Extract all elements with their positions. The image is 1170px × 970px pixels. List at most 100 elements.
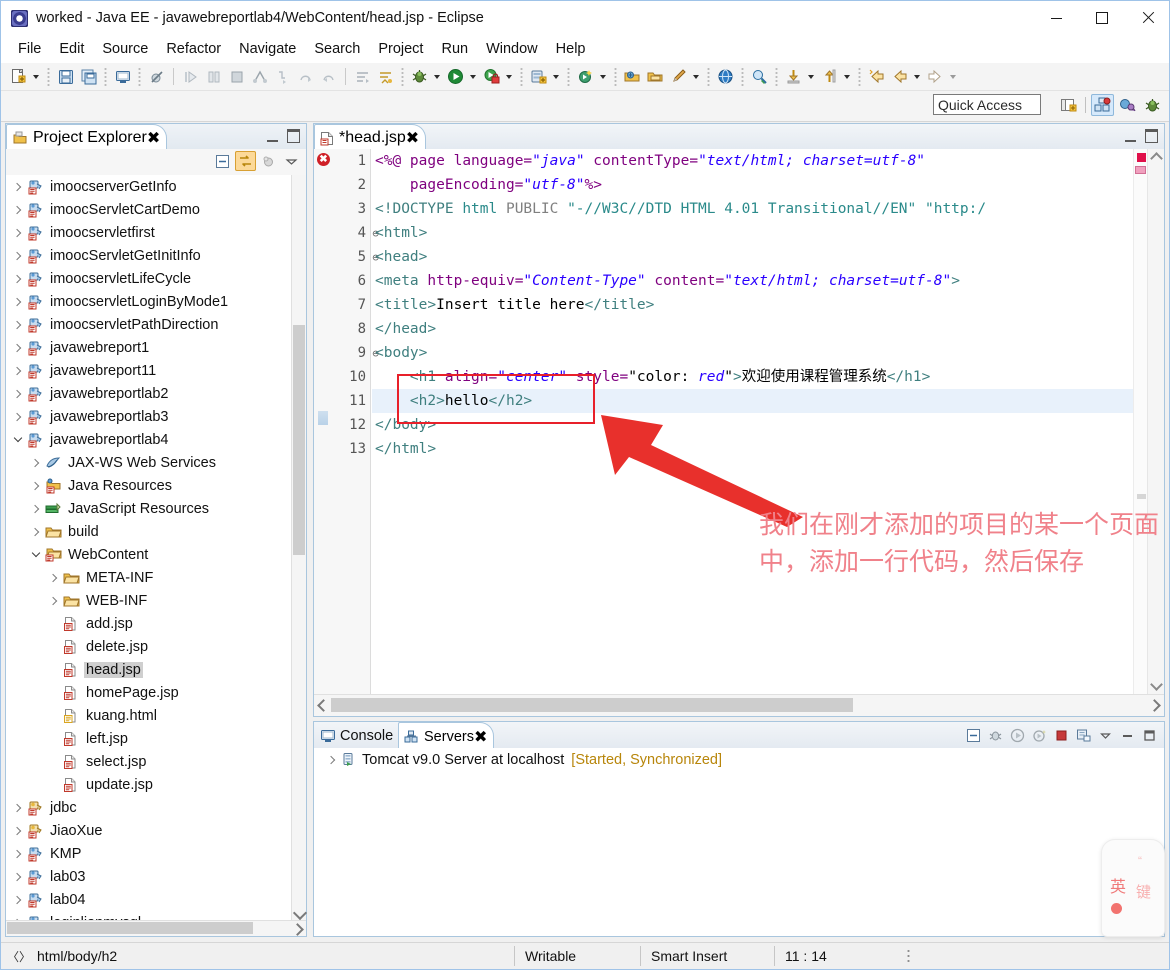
minimize-icon[interactable] xyxy=(267,131,278,142)
download-dropdown-arrow[interactable] xyxy=(805,66,816,87)
tab-servers[interactable]: Servers ✖ xyxy=(398,722,495,751)
tree-item-kuang-html[interactable]: kuang.html xyxy=(6,704,292,727)
new-java-class-icon[interactable] xyxy=(668,66,689,87)
coverage-dropdown-arrow[interactable] xyxy=(597,66,608,87)
chevron-down-icon[interactable] xyxy=(292,905,308,921)
menu-project[interactable]: Project xyxy=(369,38,432,60)
new-java-dropdown-arrow[interactable] xyxy=(690,66,701,87)
code-line[interactable]: <h2>hello</h2> xyxy=(372,389,1148,413)
code-line[interactable]: <%@ page language="java" contentType="te… xyxy=(372,149,1148,173)
chevron-right-icon[interactable] xyxy=(10,202,26,218)
chevron-up-icon[interactable] xyxy=(1150,152,1163,165)
collapse-all-icon[interactable] xyxy=(212,151,233,171)
search-icon[interactable] xyxy=(749,66,770,87)
code-line[interactable]: <html> xyxy=(372,221,1148,245)
upload-dropdown-arrow[interactable] xyxy=(841,66,852,87)
minimize-icon[interactable] xyxy=(1117,725,1138,745)
chevron-right-icon[interactable] xyxy=(10,248,26,264)
chevron-right-icon[interactable] xyxy=(10,294,26,310)
save-icon[interactable] xyxy=(55,66,76,87)
maximize-icon[interactable] xyxy=(1139,725,1160,745)
tree-item-javawebreportlab3[interactable]: javawebreportlab3 xyxy=(6,405,292,428)
chevron-right-icon[interactable] xyxy=(10,892,26,908)
toolbar-handle-3[interactable] xyxy=(137,67,142,86)
tab-project-explorer[interactable]: Project Explorer ✖ xyxy=(6,124,168,152)
external-tools-dropdown-arrow[interactable] xyxy=(503,66,514,87)
chevron-right-icon[interactable] xyxy=(10,409,26,425)
tree-item-javascript-resources[interactable]: JavaScript Resources xyxy=(6,497,292,520)
chevron-right-icon[interactable] xyxy=(10,225,26,241)
tree-item-imoocservletfirst[interactable]: imoocservletfirst xyxy=(6,221,292,244)
web-browser-icon[interactable] xyxy=(715,66,736,87)
tree-item-imoocservletloginbymode1[interactable]: imoocservletLoginByMode1 xyxy=(6,290,292,313)
new-wizard-icon[interactable] xyxy=(8,66,29,87)
open-type-icon[interactable] xyxy=(622,66,643,87)
previous-edit-dropdown-arrow[interactable] xyxy=(911,66,922,87)
maximize-button[interactable] xyxy=(1079,1,1125,35)
chevron-right-icon[interactable] xyxy=(28,501,44,517)
debug-server-icon[interactable] xyxy=(985,725,1006,745)
chevron-right-icon[interactable] xyxy=(10,271,26,287)
ime-dot-icon[interactable] xyxy=(1111,903,1122,914)
code-line[interactable]: </html> xyxy=(372,437,1148,461)
server-row[interactable]: Tomcat v9.0 Server at localhost [Started,… xyxy=(314,748,1164,772)
maximize-icon[interactable] xyxy=(287,129,300,143)
toolbar-handle-7[interactable] xyxy=(613,67,618,86)
ime-secondary-label[interactable]: 键 xyxy=(1136,881,1151,902)
chevron-right-icon[interactable] xyxy=(10,317,26,333)
explorer-hscroll-thumb[interactable] xyxy=(7,922,253,934)
tree-item-jdbc[interactable]: jdbc xyxy=(6,796,292,819)
tree-item-javawebreportlab2[interactable]: javawebreportlab2 xyxy=(6,382,292,405)
chevron-right-icon[interactable] xyxy=(28,478,44,494)
chevron-right-icon[interactable] xyxy=(28,524,44,540)
code-line[interactable]: <meta http-equiv="Content-Type" content=… xyxy=(372,269,1148,293)
servers-list[interactable]: Tomcat v9.0 Server at localhost [Started,… xyxy=(314,748,1164,936)
code-line[interactable]: <head> xyxy=(372,245,1148,269)
perspective-debug[interactable] xyxy=(1141,94,1164,116)
next-annotation-icon[interactable] xyxy=(352,66,373,87)
start-server-icon[interactable] xyxy=(1007,725,1028,745)
step-into-icon[interactable] xyxy=(272,66,293,87)
open-task-icon[interactable] xyxy=(645,66,666,87)
chevron-right-icon[interactable] xyxy=(10,823,26,839)
tree-item-javawebreportlab4[interactable]: javawebreportlab4 xyxy=(6,428,292,451)
toolbar-handle-8[interactable] xyxy=(706,67,711,86)
toolbar-handle-6[interactable] xyxy=(566,67,571,86)
minimize-icon[interactable] xyxy=(1125,131,1136,142)
code-line[interactable]: </head> xyxy=(372,317,1148,341)
tree-item-javawebreport11[interactable]: javawebreport11 xyxy=(6,359,292,382)
editor-code-area[interactable]: <%@ page language="java" contentType="te… xyxy=(372,149,1148,694)
debug-icon[interactable] xyxy=(409,66,430,87)
stop-server-icon[interactable] xyxy=(1051,725,1072,745)
toolbar-handle-4[interactable] xyxy=(400,67,405,86)
tree-item-select-jsp[interactable]: select.jsp xyxy=(6,750,292,773)
tree-item-java-resources[interactable]: Java Resources xyxy=(6,474,292,497)
tree-item-lab04[interactable]: lab04 xyxy=(6,888,292,911)
code-line[interactable]: <h1 align="center" style="color: red">欢迎… xyxy=(372,365,1148,389)
menu-navigate[interactable]: Navigate xyxy=(230,38,305,60)
code-line[interactable]: <body> xyxy=(372,341,1148,365)
minimize-button[interactable] xyxy=(1033,1,1079,35)
toolbar-handle-9[interactable] xyxy=(740,67,745,86)
toolbar-handle-2[interactable] xyxy=(103,67,108,86)
editor-annotation-column[interactable]: ✖ xyxy=(314,149,331,694)
chevron-right-icon[interactable] xyxy=(28,455,44,471)
tree-item-webcontent[interactable]: WebContent xyxy=(6,543,292,566)
chevron-right-icon[interactable] xyxy=(10,386,26,402)
tree-item-javawebreport1[interactable]: javawebreport1 xyxy=(6,336,292,359)
menu-window[interactable]: Window xyxy=(477,38,547,60)
menu-help[interactable]: Help xyxy=(547,38,595,60)
new-wizard-dropdown-arrow[interactable] xyxy=(30,66,41,87)
publish-server-icon[interactable] xyxy=(1073,725,1094,745)
more-vertical-icon[interactable] xyxy=(906,947,911,965)
tree-item-web-inf[interactable]: WEB-INF xyxy=(6,589,292,612)
tree-item-jiaoxue[interactable]: JiaoXue xyxy=(6,819,292,842)
editor-horizontal-scrollbar[interactable] xyxy=(314,694,1164,716)
chevron-right-icon[interactable] xyxy=(10,363,26,379)
chevron-right-icon[interactable] xyxy=(10,179,26,195)
tree-item-jax-ws-web-services[interactable]: JAX-WS Web Services xyxy=(6,451,292,474)
tree-item-lab03[interactable]: lab03 xyxy=(6,865,292,888)
previous-edit-icon[interactable] xyxy=(889,66,910,87)
new-server-icon[interactable] xyxy=(528,66,549,87)
editor-hscroll-thumb[interactable] xyxy=(331,698,853,712)
